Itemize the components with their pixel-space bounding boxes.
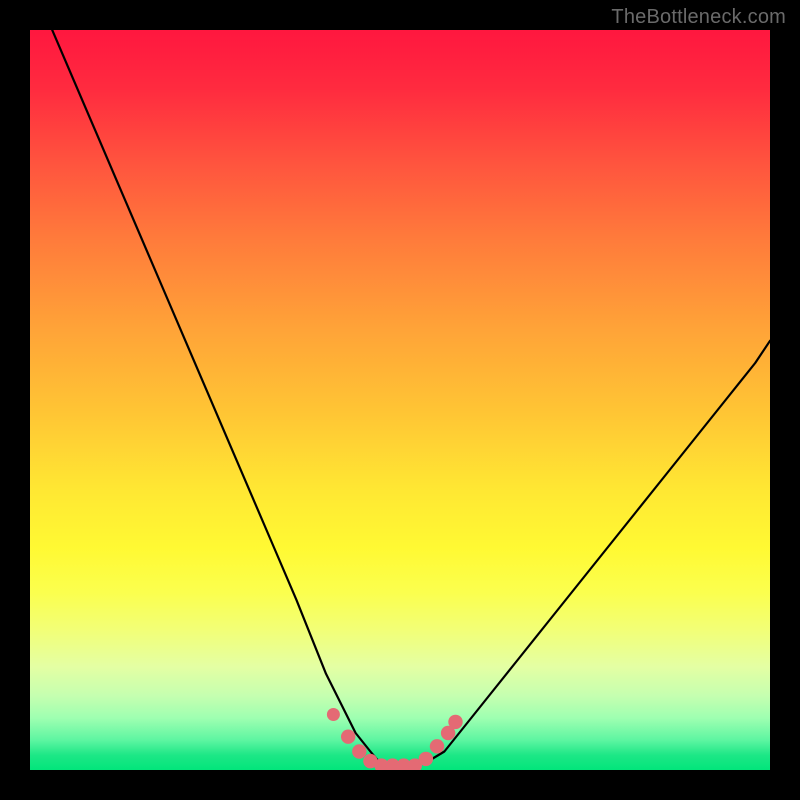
marker-dot [419, 752, 433, 766]
marker-dot [448, 715, 462, 729]
chart-svg-layer [30, 30, 770, 770]
marker-dot [341, 730, 355, 744]
bottleneck-curve [52, 30, 770, 766]
chart-plot-area [30, 30, 770, 770]
marker-dot [352, 744, 366, 758]
marker-dot [430, 739, 444, 753]
watermark-text: TheBottleneck.com [611, 6, 786, 29]
marker-dot [327, 708, 340, 721]
